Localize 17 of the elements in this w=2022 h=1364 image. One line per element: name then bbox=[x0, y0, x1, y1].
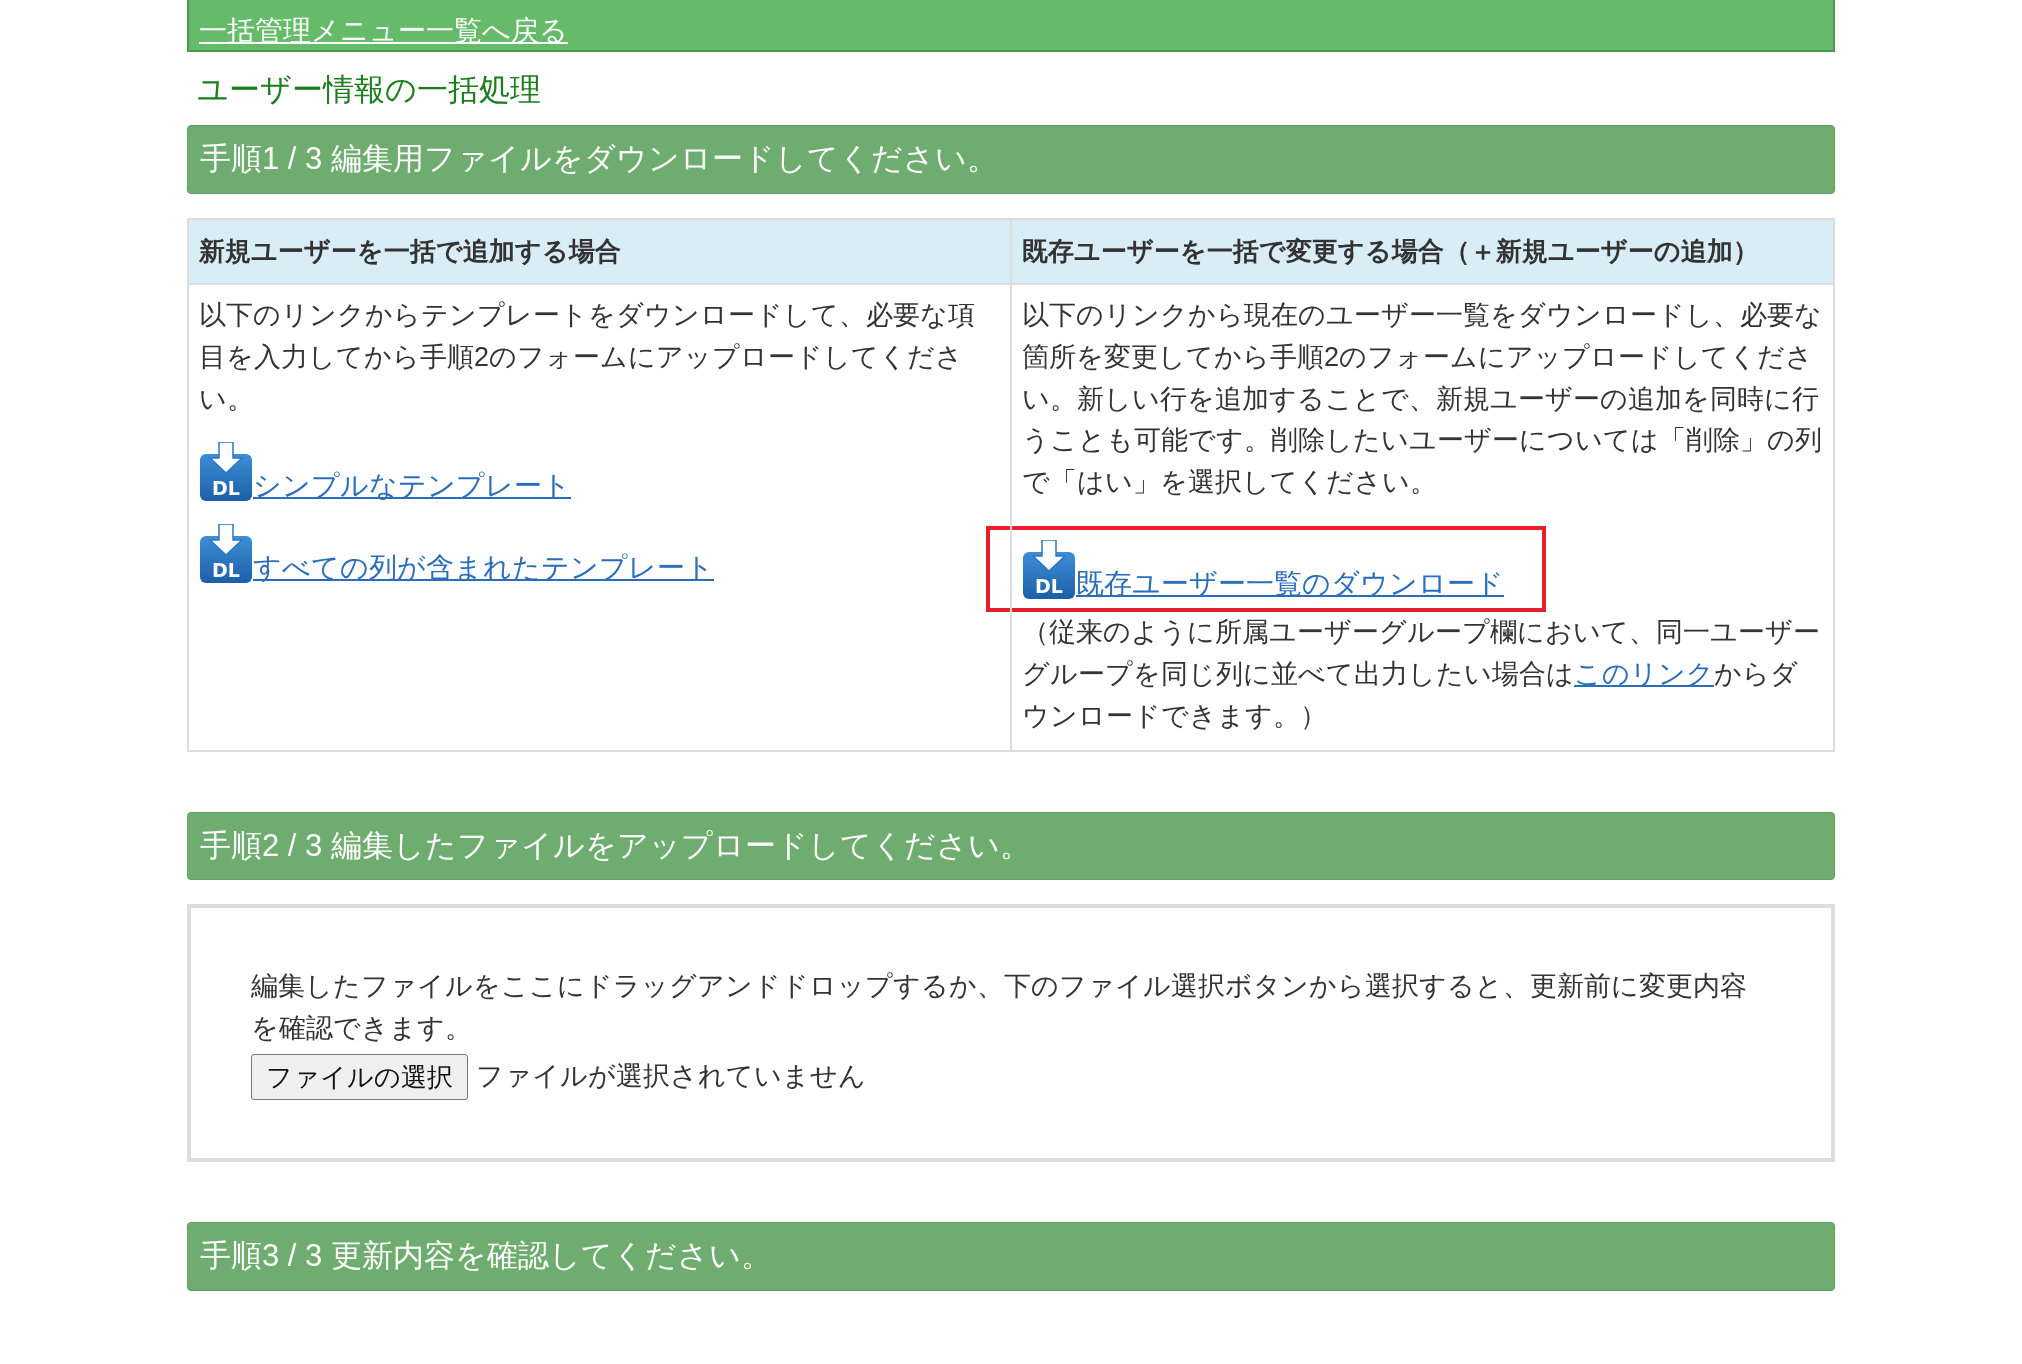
description-text: 以下のリンクから現在のユーザー一覧をダウンロードし、必要な箇所を変更してから手順2のフォームにアップロードしてください。新しい行を追加することで、新規ユーザーの追加を同時に行うことも可能です。削除したいユーザーについては「削除」の列で「はい」を選択してください。 bbox=[1022, 298, 1823, 500]
step-heading: 手順3 / 3 更新内容を確認してください。 bbox=[187, 1222, 1835, 1291]
download-link[interactable]: シンプルなテンプレート bbox=[253, 468, 571, 503]
description-text: 以下のリンクからテンプレートをダウンロードして、必要な項目を入力してから手順2のフォームにアップロードしてください。 bbox=[199, 298, 976, 416]
page-title: ユーザー情報の一括処理 bbox=[197, 71, 542, 109]
file-status-text: ファイルが選択されていません bbox=[476, 1060, 866, 1094]
download-link[interactable]: 既存ユーザー一覧のダウンロード bbox=[1076, 566, 1504, 601]
file-select-button[interactable]: ファイルの選択 bbox=[251, 1053, 468, 1101]
column-header: 既存ユーザーを一括で変更する場合（＋新規ユーザーの追加） bbox=[1011, 218, 1834, 284]
instruction-text: 編集したファイルをここにドラッグアンドドロップするか、下のファイル選択ボタンから選択すると、更新前に変更内容を確認できます。 bbox=[251, 970, 1748, 1045]
inline-link[interactable]: このリンク bbox=[1574, 658, 1714, 689]
column-header: 新規ユーザーを一括で追加する場合 bbox=[188, 218, 1011, 284]
step-heading: 手順1 / 3 編集用ファイルをダウンロードしてください。 bbox=[187, 125, 1835, 194]
download-link[interactable]: すべての列が含まれたテンプレート bbox=[253, 550, 714, 585]
step-heading: 手順2 / 3 編集したファイルをアップロードしてください。 bbox=[187, 811, 1835, 881]
drop-zone[interactable]: 編集したファイルをここにドラッグアンドドロップするか、下のファイル選択ボタンから選択すると、更新前に変更内容を確認できます。 ファイルの選択 ファイルが選択されていません bbox=[187, 904, 1835, 1163]
note-text: （従来のように所属ユーザーグループ欄において、同一ユーザーグループを同じ列に並べて出力したい場合は このリンク からダウンロードできます。） bbox=[1022, 616, 1821, 733]
